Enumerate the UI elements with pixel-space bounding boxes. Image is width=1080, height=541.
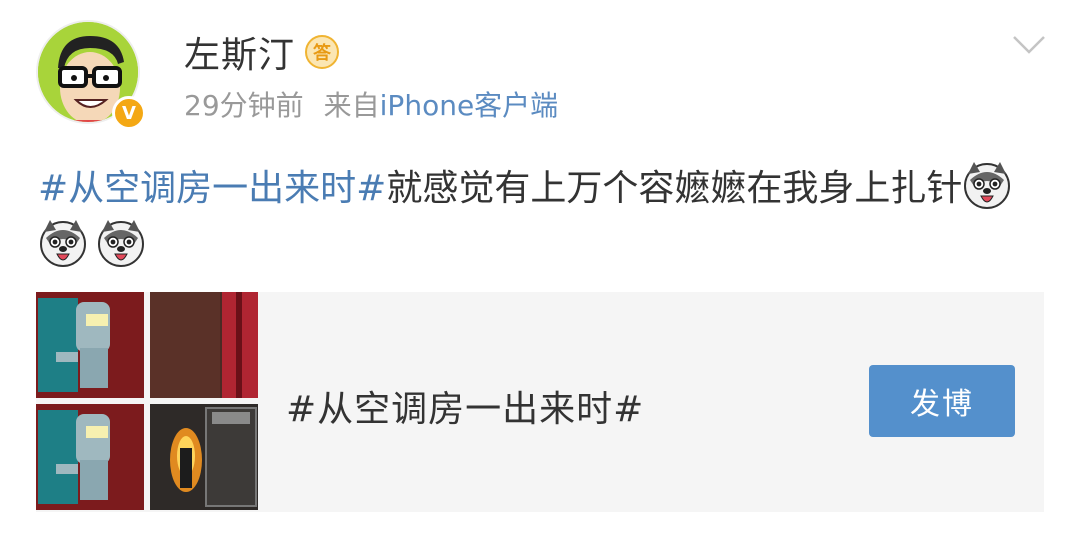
post-meta: 29分钟前 来自iPhone客户端 (184, 86, 558, 122)
weibo-post: V 左斯汀 答 29分钟前 来自iPhone客户端 #从空调房一出来时#就感觉有… (0, 0, 1080, 541)
topic-thumbnail (36, 292, 144, 398)
topic-thumbnail-grid (36, 292, 258, 512)
source-prefix: 来自 (323, 89, 380, 122)
husky-face-icon (40, 220, 86, 267)
post-hashtag-link[interactable]: #从空调房一出来时# (38, 168, 386, 209)
husky-face-icon (98, 220, 144, 267)
topic-thumbnail (150, 292, 258, 398)
topic-thumbnail (150, 404, 258, 510)
answer-badge-icon[interactable]: 答 (305, 35, 340, 69)
chevron-down-icon[interactable] (1012, 34, 1046, 56)
post-weibo-button[interactable]: 发博 (869, 365, 1015, 437)
topic-thumbnail (36, 404, 144, 510)
avatar-container[interactable]: V (36, 20, 148, 132)
username[interactable]: 左斯汀 (184, 26, 295, 78)
source-client: iPhone客户端 (379, 89, 559, 122)
post-text: 就感觉有上万个容嬷嬷在我身上扎针 (386, 168, 963, 209)
post-content: #从空调房一出来时#就感觉有上万个容嬷嬷在我身上扎针 (38, 160, 1038, 276)
topic-card-title[interactable]: #从空调房一出来时# (286, 380, 644, 432)
username-row: 左斯汀 答 (184, 30, 340, 76)
verified-badge-icon: V (112, 96, 146, 130)
topic-card[interactable]: #从空调房一出来时# 发博 (36, 292, 1044, 512)
husky-face-icon (964, 162, 1011, 209)
post-source: 来自iPhone客户端 (324, 84, 559, 124)
post-time: 29分钟前 (184, 89, 304, 122)
